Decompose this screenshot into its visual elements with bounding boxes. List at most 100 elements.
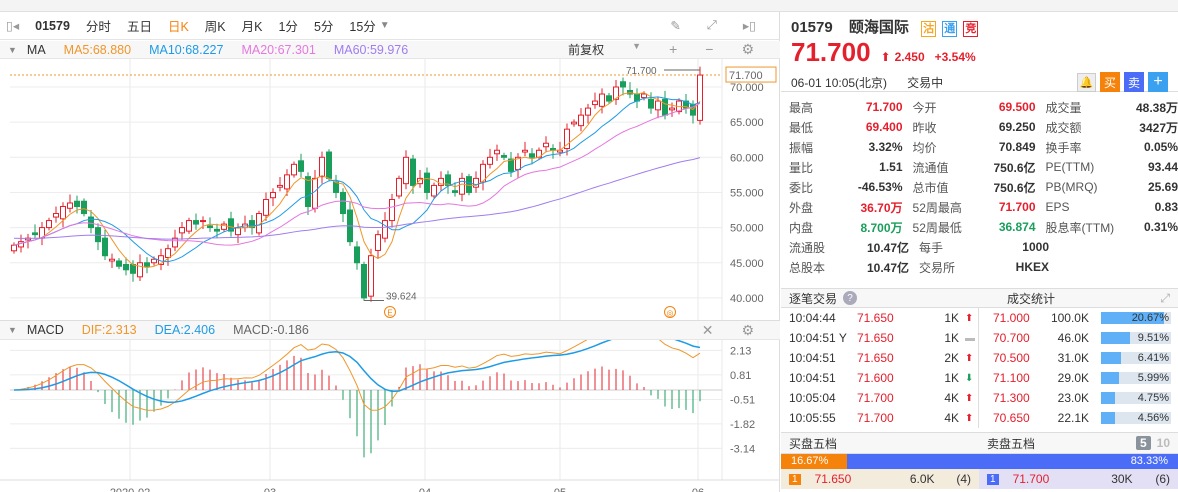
candle-down [340, 191, 346, 215]
macd-tick: -3.14 [730, 443, 755, 455]
gear-icon[interactable]: ⚙ [741, 322, 754, 339]
tab-5day[interactable]: 五日 [127, 16, 152, 35]
candle-down [95, 227, 101, 243]
bid-volume: 6.0K [909, 472, 935, 486]
candle-down [452, 190, 458, 193]
window-top-strip [0, 0, 1178, 12]
volume-stats-list: 71.000 100.0K 20.67% 70.700 46.0K 9.51% … [979, 308, 1178, 428]
stat-value: 69.500 [998, 100, 1036, 114]
ask-level-1[interactable]: 1 71.700 30K (6) [979, 469, 1178, 489]
chevron-down-icon[interactable]: ▼ [380, 20, 390, 31]
price-tick: 60.000 [730, 152, 764, 164]
quote-header: 01579 颐海国际 沽 通 竞 71.700 ⬆ 2.450 +3.54% 0… [781, 12, 1178, 92]
zoom-out-icon[interactable]: − [705, 41, 713, 58]
tab-intraday[interactable]: 分时 [86, 16, 111, 35]
stat-volume: 46.0K [1057, 331, 1089, 345]
stat-value: 10.47亿 [866, 260, 909, 275]
stat-ratio-bar: 4.56% [1101, 412, 1171, 424]
add-watchlist-button[interactable]: + [1148, 72, 1168, 92]
macd-name[interactable]: MACD [27, 323, 64, 337]
sell-button[interactable]: 卖 [1124, 72, 1144, 92]
candle-up [599, 93, 605, 107]
stats-row: 最低 69.400 昨收 69.250 成交额 3427万 [781, 117, 1178, 137]
tick-time: 10:04:51 Y [789, 331, 847, 345]
chevron-down-icon[interactable]: ▼ [8, 45, 17, 55]
indicator-name[interactable]: MA [27, 43, 46, 57]
candle-up [277, 184, 283, 188]
stat-value: -46.53% [857, 180, 903, 194]
stat-value: 25.69 [1147, 180, 1178, 194]
stat-value: 0.83 [1154, 200, 1178, 214]
candle-up [284, 174, 290, 190]
tab-1min[interactable]: 1分 [278, 16, 297, 35]
gear-icon[interactable]: ⚙ [741, 41, 754, 58]
expand-icon[interactable]: ⤢ [1160, 291, 1170, 306]
candle-up [200, 220, 206, 223]
quote-time: 06-01 10:05(北京) [791, 75, 888, 90]
bid-level-1[interactable]: 1 71.650 6.0K (4) [781, 469, 979, 489]
stat-label: 每手 [919, 240, 944, 255]
tab-daily[interactable]: 日K [168, 16, 189, 35]
ma-legend: ▼ MA MA5:68.880 MA10:68.227 MA20:67.301 … [0, 41, 780, 59]
close-icon[interactable]: ✕ [702, 322, 714, 339]
candle-down [648, 98, 654, 109]
ma-tools: 前复权 ▼ + − ⚙ [568, 41, 772, 58]
tick-row: 10:04:51 71.600 1K ⬇ [789, 368, 978, 388]
candle-up [270, 191, 276, 199]
stat-volume: 23.0K [1057, 391, 1089, 405]
stat-value: 36.874 [998, 220, 1036, 234]
candle-down [207, 225, 213, 229]
fullscreen-icon[interactable]: ⤢ [707, 18, 717, 33]
candlestick-chart[interactable]: 70.000 65.000 60.000 55.000 50.000 45.000 40.0… [0, 58, 780, 320]
ask-orders: (6) [1155, 472, 1170, 486]
candle-up [312, 177, 318, 209]
event-marker-label: E [387, 309, 392, 318]
collapse-right-icon[interactable]: ▸▯ [743, 18, 756, 33]
depth-10-toggle[interactable]: 10 [1157, 436, 1170, 450]
stat-label: EPS [1045, 200, 1070, 214]
stat-price: 71.300 [993, 391, 1030, 405]
depth-5-toggle[interactable]: 5 [1135, 436, 1151, 450]
tick-time: 10:04:51 [789, 371, 836, 385]
stats-row: 流通股 10.47亿 每手 1000 [781, 237, 1178, 257]
candle-up [641, 93, 647, 99]
adjust-select[interactable]: 前复权 [568, 41, 604, 58]
bell-icon[interactable]: 🔔 [1077, 72, 1096, 92]
price-tick: 55.000 [730, 187, 764, 199]
stat-value: 1000 [1022, 240, 1049, 254]
candle-up [585, 107, 591, 116]
tick-volume: 2K [944, 351, 959, 365]
zoom-in-icon[interactable]: + [669, 41, 677, 58]
tab-15min[interactable]: 15分 [349, 16, 375, 35]
candle-up [53, 213, 59, 218]
badge-connect: 通 [942, 21, 958, 37]
stat-label: 委比 [789, 180, 814, 195]
stat-value: 70.849 [998, 140, 1036, 154]
chevron-down-icon[interactable]: ▼ [8, 325, 17, 335]
x-tick: 04 [419, 487, 431, 492]
tab-weekly[interactable]: 周K [205, 16, 226, 35]
macd-chart[interactable]: 2.13 0.81 -0.51 -1.82 -3.14 2020-02 03 04 05 06 [0, 340, 780, 492]
candle-up [592, 100, 598, 106]
buy-button[interactable]: 买 [1100, 72, 1120, 92]
price-change-pct: +3.54% [934, 50, 976, 64]
candle-down [305, 176, 311, 208]
candle-up [431, 184, 437, 197]
pencil-icon[interactable]: ✎ [670, 18, 680, 33]
collapse-left-icon[interactable]: ▯◂ [6, 18, 19, 33]
tab-5min[interactable]: 5分 [314, 16, 333, 35]
quote-name: 颐海国际 [848, 19, 909, 36]
quote-panel: 01579 颐海国际 沽 通 竞 71.700 ⬆ 2.450 +3.54% 0… [781, 12, 1178, 492]
stat-pct: 6.41% [1137, 352, 1169, 364]
stat-price: 70.650 [993, 411, 1030, 425]
stat-ratio-bar: 4.75% [1101, 392, 1171, 404]
chevron-down-icon[interactable]: ▼ [632, 41, 641, 58]
help-icon[interactable]: ? [843, 291, 858, 305]
stat-label: 均价 [912, 140, 937, 155]
candle-up [522, 149, 528, 153]
candle-down [606, 95, 612, 102]
tab-monthly[interactable]: 月K [242, 16, 263, 35]
depth-section: 买盘五档 卖盘五档 5 10 16.67% 83.33% 1 71.650 6.… [781, 432, 1178, 489]
candle-up [263, 198, 269, 216]
candle-down [130, 264, 136, 274]
